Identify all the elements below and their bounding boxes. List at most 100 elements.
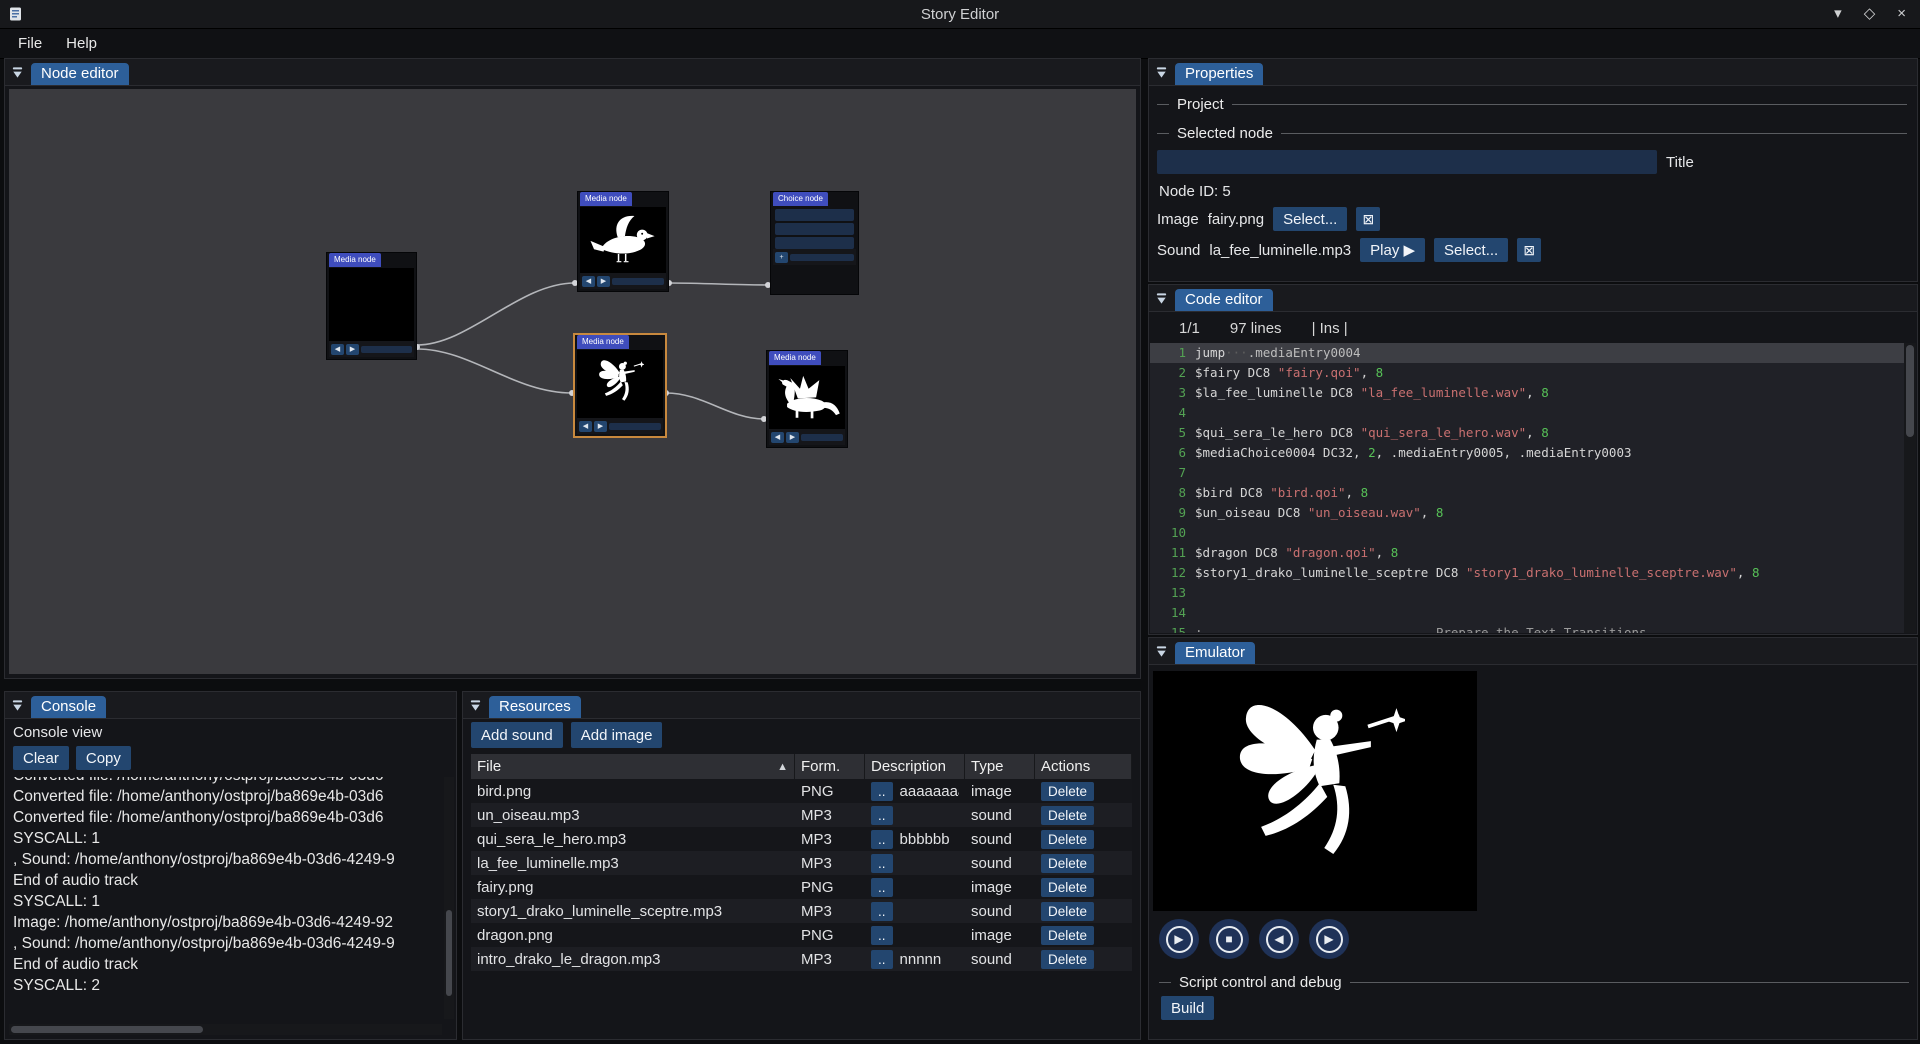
node-play-button[interactable]: ▶	[346, 344, 359, 355]
delete-button[interactable]: Delete	[1041, 854, 1094, 873]
emulator-step-back-button[interactable]: ◀	[1259, 919, 1299, 959]
copy-button[interactable]: Copy	[76, 746, 131, 770]
choice-option-slot[interactable]	[775, 223, 854, 235]
graph-node-2[interactable]: Media node◀▶	[577, 191, 669, 292]
graph-node-3[interactable]: Choice node+	[770, 191, 859, 295]
emulator-tab[interactable]: Emulator	[1175, 642, 1255, 664]
code-line[interactable]: 3$la_fee_luminelle DC8 "la_fee_luminelle…	[1150, 383, 1904, 403]
node-progress-bar[interactable]	[801, 434, 843, 441]
graph-node-4[interactable]: Media node◀▶	[574, 334, 666, 437]
collapse-icon[interactable]	[11, 699, 24, 712]
node-progress-bar[interactable]	[609, 423, 661, 430]
resources-tab[interactable]: Resources	[489, 696, 581, 718]
node-prev-button[interactable]: ◀	[331, 344, 344, 355]
node-play-button[interactable]: ▶	[594, 421, 607, 432]
code-line[interactable]: 2$fairy DC8 "fairy.qoi", 8	[1150, 363, 1904, 383]
node-play-button[interactable]: ▶	[786, 432, 799, 443]
node-play-button[interactable]: ▶	[597, 276, 610, 287]
delete-button[interactable]: Delete	[1041, 878, 1094, 897]
code-scrollbar-thumb[interactable]	[1906, 345, 1914, 437]
code-line[interactable]: 6$mediaChoice0004 DC32, 2, .mediaEntry00…	[1150, 443, 1904, 463]
delete-button[interactable]: Delete	[1041, 782, 1094, 801]
graph-node-5[interactable]: Media node◀▶	[766, 350, 848, 448]
emulator-play-button[interactable]: ▶	[1159, 919, 1199, 959]
edit-description-button[interactable]: ..	[871, 830, 893, 849]
choice-option-slot[interactable]	[775, 209, 854, 221]
add-image-button[interactable]: Add image	[571, 722, 663, 748]
choice-option-slot[interactable]	[775, 237, 854, 249]
node-canvas[interactable]: Media node◀▶ Media node◀▶ Choice node+ Medi…	[9, 89, 1136, 674]
edit-description-button[interactable]: ..	[871, 782, 893, 801]
sound-clear-button[interactable]: ⊠	[1517, 238, 1541, 262]
delete-button[interactable]: Delete	[1041, 926, 1094, 945]
code-scrollbar-track[interactable]	[1904, 343, 1916, 633]
edit-description-button[interactable]: ..	[871, 806, 893, 825]
menu-file[interactable]: File	[6, 32, 54, 55]
build-button[interactable]: Build	[1161, 996, 1214, 1020]
code-line[interactable]: 11$dragon DC8 "dragon.qoi", 8	[1150, 543, 1904, 563]
menu-help[interactable]: Help	[54, 32, 109, 55]
emulator-stop-button[interactable]: ■	[1209, 919, 1249, 959]
code-editor-tab[interactable]: Code editor	[1175, 289, 1273, 311]
code-line[interactable]: 13	[1150, 583, 1904, 603]
collapse-icon[interactable]	[1155, 66, 1168, 79]
node-progress-bar[interactable]	[361, 346, 412, 353]
delete-button[interactable]: Delete	[1041, 830, 1094, 849]
collapse-icon[interactable]	[1155, 292, 1168, 305]
node-prev-button[interactable]: ◀	[582, 276, 595, 287]
edit-description-button[interactable]: ..	[871, 902, 893, 921]
console-log-area[interactable]: Converted file: /home/anthony/ostproj/ba…	[9, 777, 442, 1019]
emulator-step-forward-button[interactable]: ▶	[1309, 919, 1349, 959]
delete-button[interactable]: Delete	[1041, 902, 1094, 921]
code-line[interactable]: 4	[1150, 403, 1904, 423]
code-line[interactable]: 9$un_oiseau DC8 "un_oiseau.wav", 8	[1150, 503, 1904, 523]
delete-button[interactable]: Delete	[1041, 950, 1094, 969]
edit-description-button[interactable]: ..	[871, 950, 893, 969]
console-vscrollbar-thumb[interactable]	[446, 910, 452, 996]
code-line[interactable]: 12$story1_drako_luminelle_sceptre DC8 "s…	[1150, 563, 1904, 583]
node-prev-button[interactable]: ◀	[579, 421, 592, 432]
titlebar[interactable]: Story Editor ▾ ◇ ×	[0, 0, 1920, 29]
node-editor-tab[interactable]: Node editor	[31, 63, 129, 85]
add-sound-button[interactable]: Add sound	[471, 722, 563, 748]
edit-description-button[interactable]: ..	[871, 878, 893, 897]
clear-button[interactable]: Clear	[13, 746, 69, 770]
sound-select-button[interactable]: Select...	[1434, 238, 1508, 262]
code-line[interactable]: 1jump···.mediaEntry0004	[1150, 343, 1904, 363]
collapse-icon[interactable]	[11, 66, 24, 79]
edit-description-button[interactable]: ..	[871, 854, 893, 873]
node-progress-bar[interactable]	[612, 278, 664, 285]
column-actions[interactable]: Actions	[1035, 754, 1132, 779]
title-input[interactable]	[1157, 150, 1657, 174]
console-hscrollbar-track[interactable]	[9, 1024, 442, 1035]
code-line[interactable]: 8$bird DC8 "bird.qoi", 8	[1150, 483, 1904, 503]
sound-play-button[interactable]: Play ▶	[1360, 238, 1425, 262]
code-line[interactable]: 5$qui_sera_le_hero DC8 "qui_sera_le_hero…	[1150, 423, 1904, 443]
console-hscrollbar-thumb[interactable]	[11, 1026, 203, 1033]
minimize-icon[interactable]: ▾	[1834, 0, 1842, 28]
delete-button[interactable]: Delete	[1041, 806, 1094, 825]
node-add-option-button[interactable]: +	[775, 252, 788, 263]
node-prev-button[interactable]: ◀	[771, 432, 784, 443]
column-format[interactable]: Form.	[795, 754, 865, 779]
edit-description-button[interactable]: ..	[871, 926, 893, 945]
restore-icon[interactable]: ◇	[1864, 0, 1876, 28]
console-tab[interactable]: Console	[31, 696, 106, 718]
code-line[interactable]: 14	[1150, 603, 1904, 623]
column-file[interactable]: File ▲	[471, 754, 795, 779]
column-type[interactable]: Type	[965, 754, 1035, 779]
column-description[interactable]: Description	[865, 754, 965, 779]
image-clear-button[interactable]: ⊠	[1356, 207, 1380, 231]
collapse-icon[interactable]	[1155, 645, 1168, 658]
code-line[interactable]: 7	[1150, 463, 1904, 483]
code-lines[interactable]: 1jump···.mediaEntry00042$fairy DC8 "fair…	[1150, 343, 1904, 633]
image-select-button[interactable]: Select...	[1273, 207, 1347, 231]
close-icon[interactable]: ×	[1897, 0, 1906, 28]
resource-file: story1_drako_luminelle_sceptre.mp3	[471, 899, 795, 923]
console-vscrollbar-track[interactable]	[444, 777, 454, 1019]
code-line[interactable]: 10	[1150, 523, 1904, 543]
properties-tab[interactable]: Properties	[1175, 63, 1263, 85]
collapse-icon[interactable]	[469, 699, 482, 712]
graph-node-1[interactable]: Media node◀▶	[326, 252, 417, 360]
code-line[interactable]: 15;------------------------------ Prepar…	[1150, 623, 1904, 633]
